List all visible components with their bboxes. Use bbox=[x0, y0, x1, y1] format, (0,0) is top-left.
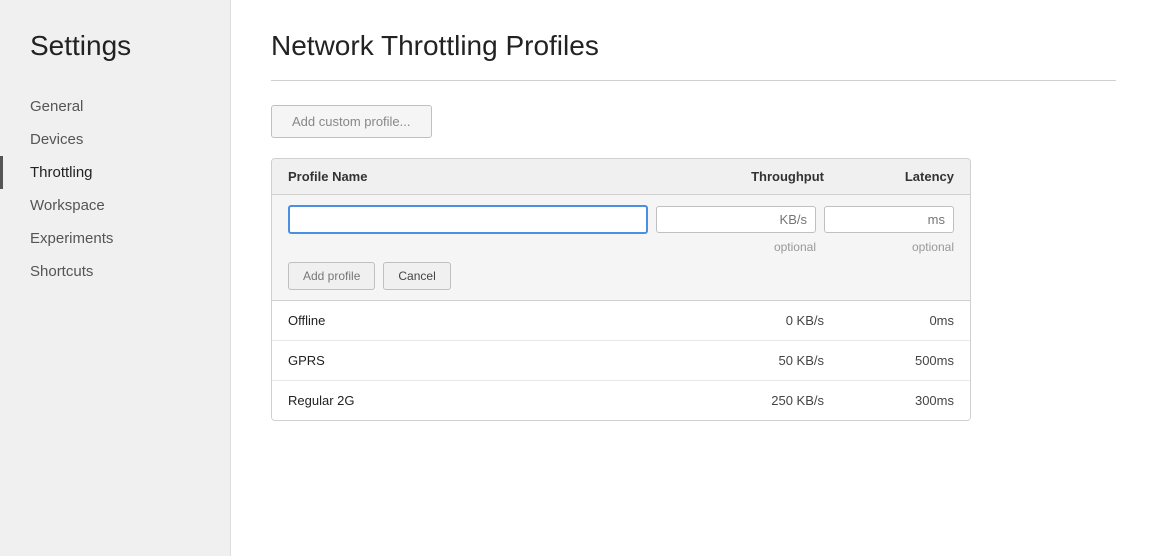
sidebar-title: Settings bbox=[0, 30, 230, 90]
row-throughput-regular2g: 250 KB/s bbox=[664, 393, 824, 408]
sidebar-link-throttling[interactable]: Throttling bbox=[0, 156, 230, 189]
add-profile-button[interactable]: Add profile bbox=[288, 262, 375, 290]
new-profile-actions: Add profile Cancel bbox=[288, 262, 954, 290]
page-title: Network Throttling Profiles bbox=[271, 30, 1116, 62]
col-header-profile-name: Profile Name bbox=[288, 169, 664, 184]
throughput-input[interactable] bbox=[656, 206, 816, 233]
page-container: Settings General Devices Throttling Work… bbox=[0, 0, 1156, 556]
profile-name-input[interactable] bbox=[288, 205, 648, 234]
row-latency-gprs: 500ms bbox=[824, 353, 954, 368]
col-header-latency: Latency bbox=[824, 169, 954, 184]
row-name-regular2g: Regular 2G bbox=[288, 393, 664, 408]
sidebar-link-general[interactable]: General bbox=[0, 90, 230, 123]
throughput-hint: optional bbox=[656, 240, 816, 254]
latency-input[interactable] bbox=[824, 206, 954, 233]
sidebar-item-throttling[interactable]: Throttling bbox=[0, 156, 230, 189]
section-divider bbox=[271, 80, 1116, 81]
sidebar: Settings General Devices Throttling Work… bbox=[0, 0, 230, 556]
sidebar-item-experiments[interactable]: Experiments bbox=[0, 222, 230, 255]
col-header-throughput: Throughput bbox=[664, 169, 824, 184]
sidebar-link-shortcuts[interactable]: Shortcuts bbox=[0, 255, 230, 288]
row-latency-regular2g: 300ms bbox=[824, 393, 954, 408]
main-content: Network Throttling Profiles Add custom p… bbox=[230, 0, 1156, 556]
sidebar-item-shortcuts[interactable]: Shortcuts bbox=[0, 255, 230, 288]
optional-hints: optional optional bbox=[288, 240, 954, 254]
table-header: Profile Name Throughput Latency bbox=[272, 159, 970, 195]
sidebar-item-general[interactable]: General bbox=[0, 90, 230, 123]
row-throughput-gprs: 50 KB/s bbox=[664, 353, 824, 368]
row-latency-offline: 0ms bbox=[824, 313, 954, 328]
table-row: Regular 2G 250 KB/s 300ms bbox=[272, 381, 970, 420]
sidebar-link-experiments[interactable]: Experiments bbox=[0, 222, 230, 255]
cancel-button[interactable]: Cancel bbox=[383, 262, 450, 290]
profiles-table: Profile Name Throughput Latency optional… bbox=[271, 158, 971, 421]
sidebar-link-workspace[interactable]: Workspace bbox=[0, 189, 230, 222]
row-name-offline: Offline bbox=[288, 313, 664, 328]
add-custom-profile-button[interactable]: Add custom profile... bbox=[271, 105, 432, 138]
sidebar-link-devices[interactable]: Devices bbox=[0, 123, 230, 156]
name-hint bbox=[288, 240, 648, 254]
new-profile-inputs bbox=[288, 205, 954, 234]
table-row: GPRS 50 KB/s 500ms bbox=[272, 341, 970, 381]
new-profile-row: optional optional Add profile Cancel bbox=[272, 195, 970, 301]
table-row: Offline 0 KB/s 0ms bbox=[272, 301, 970, 341]
sidebar-item-workspace[interactable]: Workspace bbox=[0, 189, 230, 222]
sidebar-nav: General Devices Throttling Workspace Exp… bbox=[0, 90, 230, 288]
row-name-gprs: GPRS bbox=[288, 353, 664, 368]
sidebar-item-devices[interactable]: Devices bbox=[0, 123, 230, 156]
row-throughput-offline: 0 KB/s bbox=[664, 313, 824, 328]
latency-hint: optional bbox=[824, 240, 954, 254]
